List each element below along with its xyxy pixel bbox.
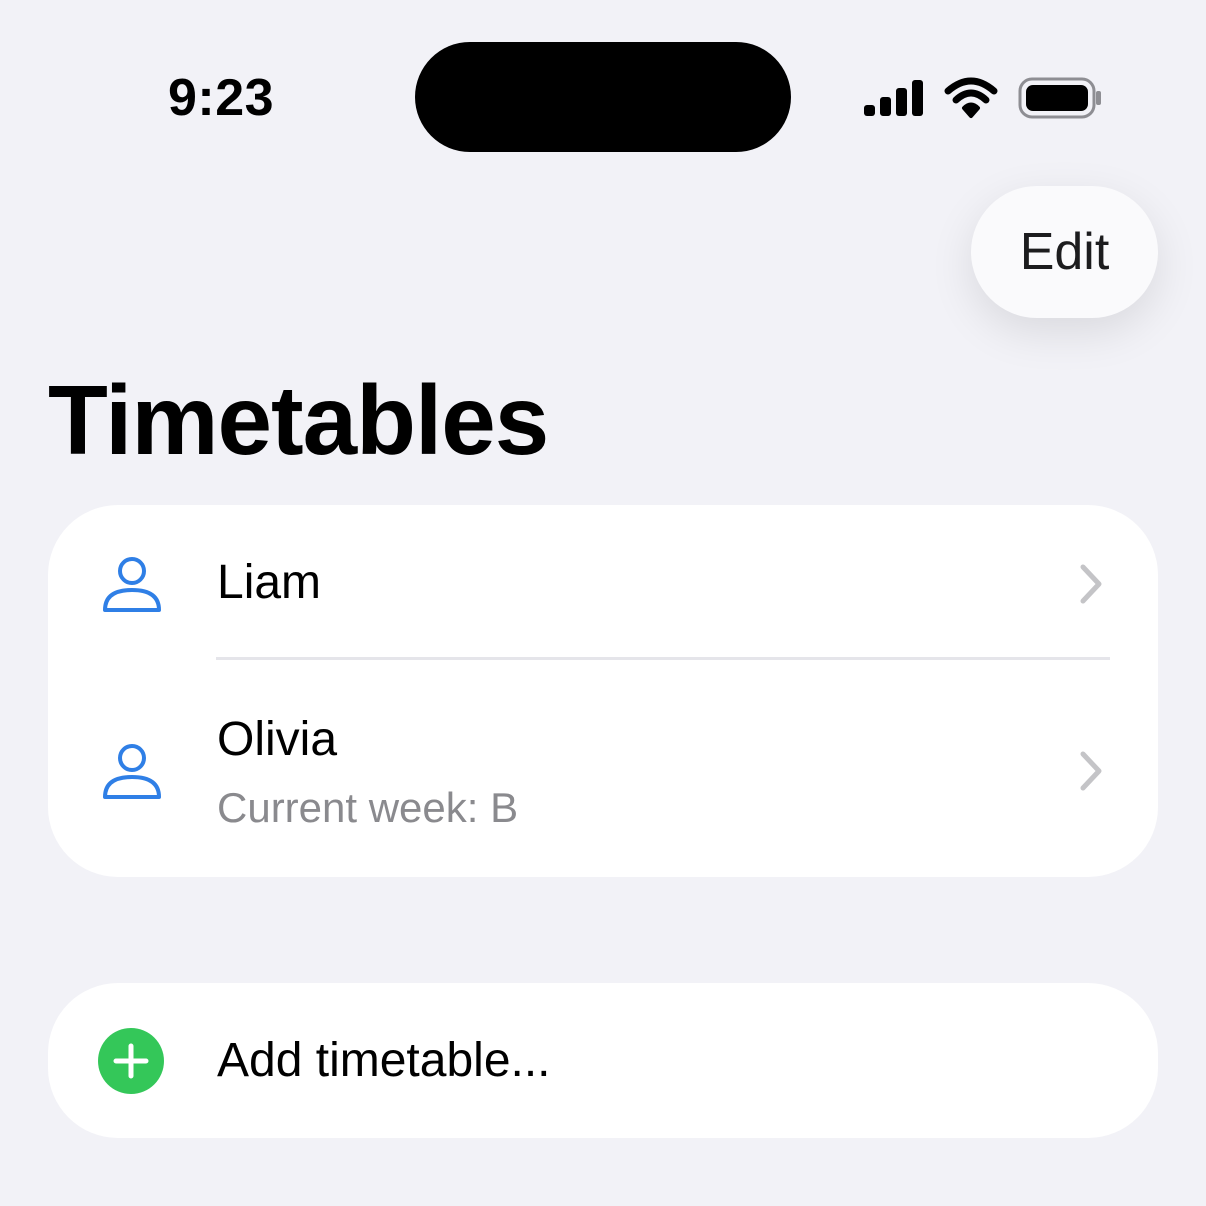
timetable-row-olivia[interactable]: Olivia Current week: B	[48, 660, 1158, 877]
edit-button[interactable]: Edit	[971, 186, 1158, 318]
timetable-subtitle: Current week: B	[217, 784, 519, 831]
cellular-signal-icon	[864, 80, 923, 116]
person-icon	[103, 557, 161, 612]
add-timetable-card: Add timetable...	[48, 983, 1158, 1138]
page-title: Timetables	[48, 365, 549, 475]
person-icon	[103, 744, 161, 799]
plus-circle-icon	[98, 1028, 164, 1094]
timetable-row-liam[interactable]: Liam	[48, 505, 1158, 660]
chevron-right-icon	[1080, 564, 1102, 604]
status-icons	[862, 74, 1102, 122]
dynamic-island	[415, 42, 791, 152]
battery-icon	[1018, 77, 1101, 119]
timetable-name: Olivia	[217, 713, 338, 766]
status-time: 9:23	[168, 69, 275, 127]
timetable-name: Liam	[217, 556, 322, 609]
add-timetable-label: Add timetable...	[217, 1034, 551, 1087]
timetable-list: Liam Olivia Current week: B	[48, 505, 1158, 877]
chevron-right-icon	[1080, 751, 1102, 791]
wifi-icon	[944, 77, 998, 118]
add-timetable-button[interactable]: Add timetable...	[48, 983, 1158, 1138]
